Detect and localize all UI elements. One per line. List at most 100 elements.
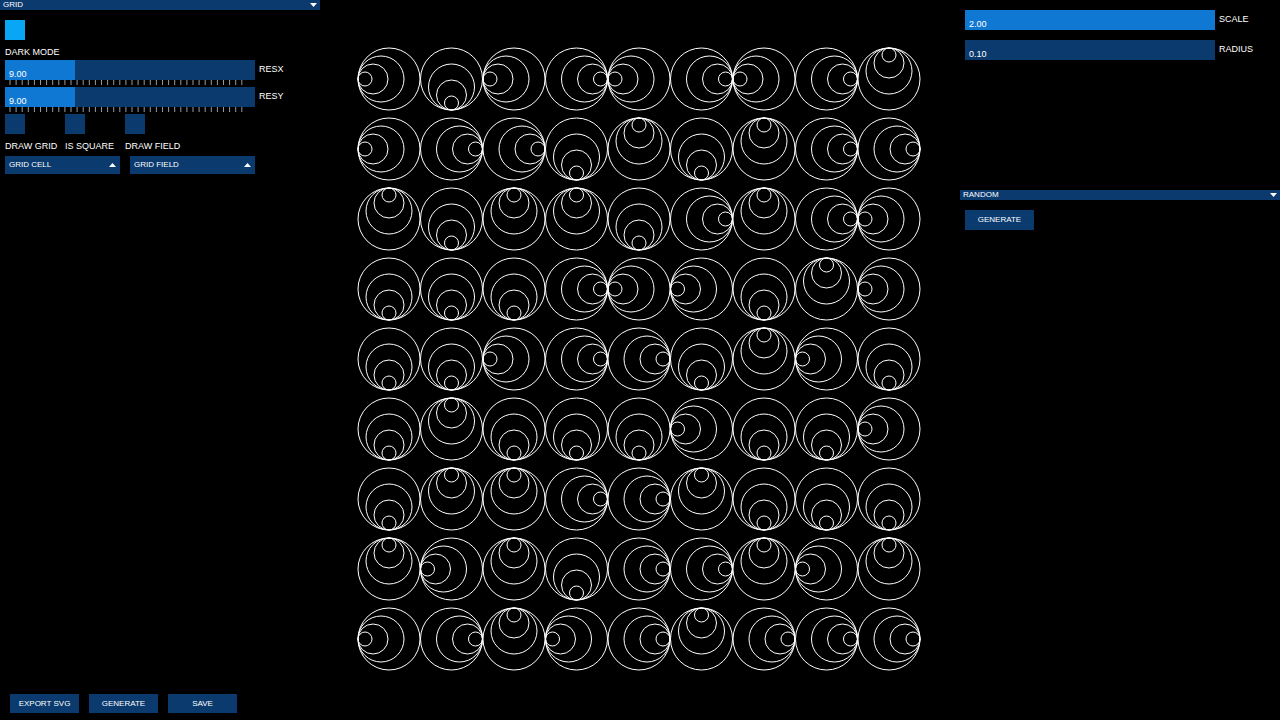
circle-cell	[546, 188, 608, 250]
toggle: DARK MODE	[5, 20, 65, 58]
circle-cell	[483, 258, 545, 320]
slider[interactable]: 2.00	[965, 10, 1215, 30]
circle-cell	[733, 188, 795, 250]
circle-cell	[733, 328, 795, 390]
circle-cell	[546, 258, 608, 320]
circle-cell	[733, 468, 795, 530]
circle-cell	[358, 398, 420, 460]
dropdown[interactable]: GRID FIELD	[130, 156, 255, 174]
circle-cell	[671, 538, 733, 600]
circle-cell	[858, 468, 920, 530]
circle-cell	[421, 398, 483, 460]
circle-cell	[608, 328, 670, 390]
collapse-arrow-icon	[1270, 193, 1277, 197]
collapse-arrow-icon	[310, 3, 317, 7]
slider[interactable]: 9.00	[5, 60, 255, 80]
circle-cell	[358, 258, 420, 320]
button[interactable]: GENERATE	[89, 694, 158, 713]
slider-label: RESY	[259, 90, 284, 104]
circle-cell	[671, 328, 733, 390]
circle-cell	[421, 188, 483, 250]
generate-button[interactable]: GENERATE	[965, 210, 1034, 230]
toggle-label: DRAW FIELD	[125, 140, 185, 152]
circle-cell	[733, 258, 795, 320]
left-panel: GRIDDARK MODE9.00RESX9.00RESYDRAW GRIDIS…	[0, 0, 320, 720]
toggle: DRAW FIELD	[125, 114, 185, 152]
canvas-area	[320, 0, 960, 720]
circle-cell	[608, 538, 670, 600]
slider-row: 9.00 RESY	[5, 87, 320, 107]
circle-cell	[796, 118, 858, 180]
circle-cell	[671, 468, 733, 530]
toggle-box[interactable]	[65, 114, 85, 134]
circle-cell	[358, 188, 420, 250]
right-panel: 2.00 SCALE 0.10 RADIUS RANDOM GENERATE	[960, 0, 1280, 720]
circle-cell	[608, 608, 670, 670]
circle-cell	[421, 328, 483, 390]
circle-cell	[671, 48, 733, 110]
circle-cell	[608, 398, 670, 460]
circle-cell	[796, 608, 858, 670]
circle-cell	[546, 118, 608, 180]
toggle-label: DRAW GRID	[5, 140, 65, 152]
circle-cell	[796, 48, 858, 110]
slider-ticks-icon	[5, 80, 255, 86]
app: GRIDDARK MODE9.00RESX9.00RESYDRAW GRIDIS…	[0, 0, 1280, 720]
circle-cell	[733, 538, 795, 600]
slider-label: SCALE	[1219, 13, 1249, 27]
circle-cell	[671, 608, 733, 670]
circle-cell	[546, 328, 608, 390]
toggle-box[interactable]	[5, 20, 25, 40]
random-header[interactable]: RANDOM	[960, 190, 1280, 200]
circle-cell	[421, 538, 483, 600]
circle-cell	[733, 398, 795, 460]
slider-value: 0.10	[965, 49, 987, 59]
circle-cell	[483, 328, 545, 390]
circle-cell	[546, 608, 608, 670]
circle-cell	[608, 258, 670, 320]
slider-label: RADIUS	[1219, 43, 1253, 57]
toggle-label: DARK MODE	[5, 46, 65, 58]
slider-ticks-icon	[5, 107, 255, 113]
circle-cell	[858, 398, 920, 460]
circle-cell	[421, 608, 483, 670]
toggle-box[interactable]	[5, 114, 25, 134]
circle-cell	[858, 608, 920, 670]
circle-cell	[358, 328, 420, 390]
button[interactable]: EXPORT SVG	[10, 694, 79, 713]
circle-cell	[483, 538, 545, 600]
circle-cell	[608, 118, 670, 180]
circle-cell	[483, 608, 545, 670]
circle-cell	[546, 538, 608, 600]
circle-cell	[421, 468, 483, 530]
toggle: DRAW GRID	[5, 114, 65, 152]
circle-cell	[483, 48, 545, 110]
slider[interactable]: 0.10	[965, 40, 1215, 60]
circle-cell	[608, 468, 670, 530]
circle-cell	[796, 398, 858, 460]
slider-value: 2.00	[965, 19, 987, 29]
circle-cell	[733, 608, 795, 670]
circle-cell	[421, 258, 483, 320]
button[interactable]: SAVE	[168, 694, 237, 713]
toggle-label: IS SQUARE	[65, 140, 125, 152]
circle-cell	[358, 608, 420, 670]
circle-cell	[421, 118, 483, 180]
slider-value: 9.00	[5, 96, 27, 106]
toggle-box[interactable]	[125, 114, 145, 134]
dropdown[interactable]: GRID CELL	[5, 156, 120, 174]
circle-cell	[858, 538, 920, 600]
slider-row: 0.10 RADIUS	[965, 40, 1280, 60]
circle-cell	[608, 48, 670, 110]
slider[interactable]: 9.00	[5, 87, 255, 107]
circle-canvas	[356, 46, 924, 674]
grid-header[interactable]: GRID	[0, 0, 320, 10]
slider-row: 2.00 SCALE	[965, 10, 1280, 30]
circle-cell	[671, 398, 733, 460]
circle-cell	[858, 328, 920, 390]
circle-cell	[671, 118, 733, 180]
slider-row: 9.00RESX	[5, 60, 320, 80]
bottom-buttons: EXPORT SVG GENERATE SAVE	[0, 694, 320, 720]
circle-cell	[858, 118, 920, 180]
circle-cell	[733, 48, 795, 110]
